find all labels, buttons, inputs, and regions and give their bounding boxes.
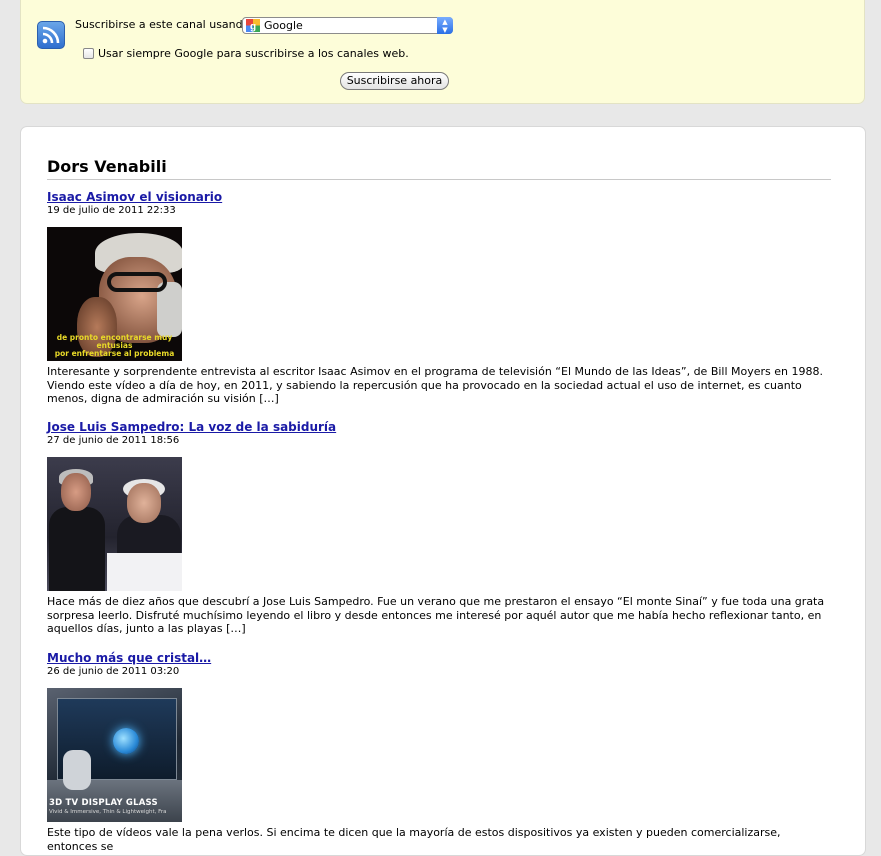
select-arrows-icon: ▲ ▼ — [437, 17, 453, 34]
entry-date: 27 de junio de 2011 18:56 — [47, 435, 180, 446]
globe-shape — [113, 728, 139, 754]
feed-title: Dors Venabili — [47, 157, 831, 180]
google-icon: g — [246, 19, 260, 32]
subscribe-panel: Suscribirse a este canal usando g Google… — [20, 0, 865, 104]
always-use-checkbox[interactable] — [83, 48, 94, 59]
rss-feed-icon — [37, 21, 65, 49]
entry-title-link[interactable]: Isaac Asimov el visionario — [47, 190, 831, 204]
entry-thumbnail-sampedro[interactable] — [47, 457, 182, 591]
entry-summary: Este tipo de vídeos vale la pena verlos.… — [47, 826, 781, 853]
entry-summary: Interesante y sorprendente entrevista al… — [47, 365, 824, 405]
always-use-label: Usar siempre Google para suscribirse a l… — [98, 47, 409, 60]
entry-title-link[interactable]: Mucho más que cristal… — [47, 651, 831, 665]
feed-entry: Isaac Asimov el visionario 19 de julio d… — [47, 190, 831, 406]
head-shape — [61, 473, 91, 511]
reader-select-value: Google — [264, 19, 303, 32]
entry-thumbnail-asimov[interactable]: de pronto encontrarse muy entusias por e… — [47, 227, 182, 361]
person-shape — [49, 507, 105, 591]
entry-title-link[interactable]: Jose Luis Sampedro: La voz de la sabidur… — [47, 420, 831, 434]
video-caption: 3D TV DISPLAY GLASS — [49, 798, 158, 808]
feed-entry: Jose Luis Sampedro: La voz de la sabidur… — [47, 420, 831, 636]
table-shape — [107, 553, 182, 591]
entry-thumbnail-glass[interactable]: 3D TV DISPLAY GLASS Vivid & Immersive, T… — [47, 688, 182, 822]
head-shape — [127, 483, 161, 523]
feed-content: Dors Venabili Isaac Asimov el visionario… — [20, 126, 866, 856]
reader-select[interactable]: g Google ▲ ▼ — [242, 17, 453, 34]
subscribe-now-button[interactable]: Suscribirse ahora — [340, 72, 449, 90]
feed-entry: Mucho más que cristal… 26 de junio de 20… — [47, 651, 831, 853]
glasses-shape — [107, 272, 167, 292]
subscribe-label: Suscribirse a este canal usando — [75, 18, 250, 31]
video-caption-small: Vivid & Immersive, Thin & Lightweight, F… — [49, 809, 167, 815]
svg-text:g: g — [250, 22, 256, 33]
entry-summary: Hace más de diez años que descubrí a Jos… — [47, 595, 825, 635]
chair-shape — [63, 750, 91, 790]
entry-date: 26 de junio de 2011 03:20 — [47, 666, 180, 677]
entry-date: 19 de julio de 2011 22:33 — [47, 205, 176, 216]
video-subtitle: de pronto encontrarse muy entusias por e… — [54, 333, 175, 358]
